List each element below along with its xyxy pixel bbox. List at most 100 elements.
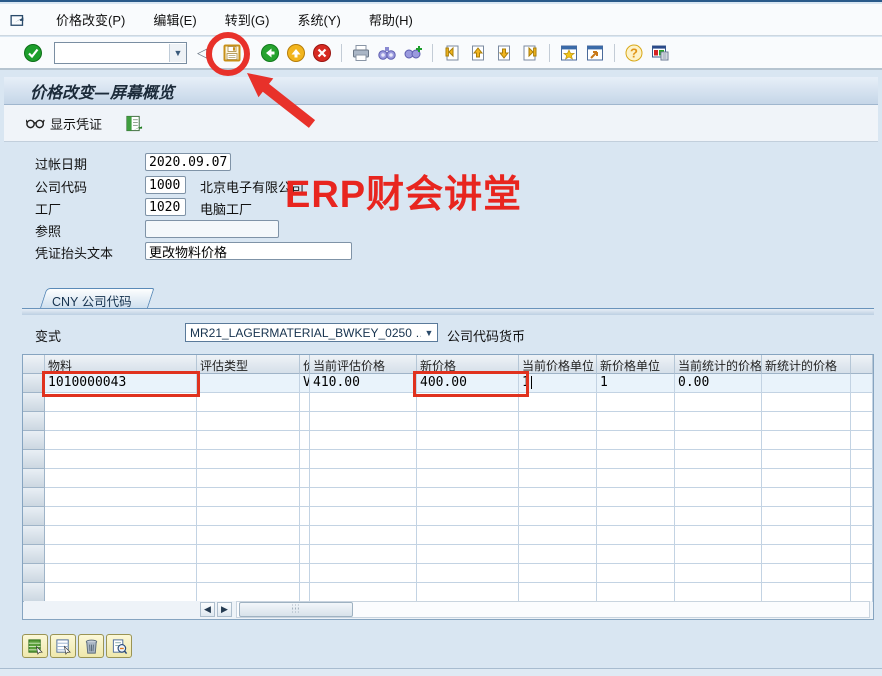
delete-entry-button[interactable] <box>78 634 104 658</box>
menu-edit[interactable]: 编辑(E) <box>153 10 196 29</box>
table-cell[interactable] <box>675 412 762 431</box>
row-select-button[interactable] <box>23 431 45 450</box>
first-page-icon[interactable] <box>441 42 463 64</box>
table-cell[interactable] <box>300 564 310 583</box>
menu-help[interactable]: 帮助(H) <box>369 10 413 29</box>
table-cell[interactable] <box>45 564 197 583</box>
table-cell[interactable]: V <box>300 374 310 393</box>
table-cell[interactable] <box>597 393 675 412</box>
col-new-stat-price[interactable]: 新统计的价格 <box>762 355 851 374</box>
table-cell[interactable] <box>519 488 597 507</box>
menu-system[interactable]: 系统(Y) <box>297 10 340 29</box>
table-cell[interactable] <box>197 450 300 469</box>
row-select-button[interactable] <box>23 488 45 507</box>
col-new-price-unit[interactable]: 新价格单位 <box>597 355 675 374</box>
table-cell[interactable] <box>519 564 597 583</box>
table-cell[interactable] <box>310 507 417 526</box>
table-cell[interactable] <box>675 431 762 450</box>
table-cell[interactable] <box>197 526 300 545</box>
document-overview-icon[interactable] <box>122 112 144 134</box>
select-all-button[interactable] <box>22 634 48 658</box>
table-cell[interactable] <box>310 564 417 583</box>
command-field[interactable] <box>55 43 169 63</box>
back-icon[interactable] <box>259 42 281 64</box>
help-icon[interactable]: ? <box>623 42 645 64</box>
table-cell[interactable] <box>597 412 675 431</box>
command-dropdown-icon[interactable]: ▼ <box>169 44 186 62</box>
scrollbar-track[interactable]: ∶∶∶∶∶∶ <box>236 601 870 618</box>
table-cell[interactable] <box>762 412 851 431</box>
table-cell[interactable] <box>519 583 597 602</box>
table-cell[interactable] <box>417 583 519 602</box>
table-cell[interactable] <box>310 469 417 488</box>
table-cell[interactable] <box>197 374 300 393</box>
table-cell[interactable] <box>597 583 675 602</box>
next-page-icon[interactable] <box>493 42 515 64</box>
table-cell[interactable] <box>417 412 519 431</box>
table-cell[interactable] <box>310 450 417 469</box>
deselect-all-button[interactable] <box>50 634 76 658</box>
table-cell[interactable] <box>45 583 197 602</box>
scroll-left-icon[interactable]: ◀ <box>200 602 215 617</box>
table-cell[interactable] <box>300 393 310 412</box>
table-cell[interactable] <box>417 545 519 564</box>
new-session-icon[interactable] <box>558 42 580 64</box>
hide-commandfield-icon[interactable]: ◁ <box>197 45 207 61</box>
table-cell[interactable] <box>45 545 197 564</box>
table-cell[interactable] <box>597 431 675 450</box>
table-cell[interactable] <box>762 526 851 545</box>
plant-field[interactable]: 1020 <box>145 198 186 216</box>
table-cell[interactable] <box>519 412 597 431</box>
row-select-button[interactable] <box>23 583 45 602</box>
chevron-down-icon[interactable]: ▼ <box>421 324 437 341</box>
table-cell[interactable]: 410.00 <box>310 374 417 393</box>
table-cell[interactable] <box>675 583 762 602</box>
row-select-button[interactable] <box>23 526 45 545</box>
table-cell[interactable] <box>197 469 300 488</box>
row-select-button[interactable] <box>23 507 45 526</box>
scroll-right-icon[interactable]: ▶ <box>217 602 232 617</box>
col-current-price-unit[interactable]: 当前价格单位 <box>519 355 597 374</box>
table-cell[interactable] <box>762 507 851 526</box>
table-cell[interactable] <box>762 393 851 412</box>
table-cell[interactable] <box>597 526 675 545</box>
table-cell[interactable] <box>300 526 310 545</box>
save-icon[interactable] <box>221 42 243 64</box>
table-cell[interactable] <box>197 488 300 507</box>
table-cell[interactable] <box>762 488 851 507</box>
table-cell[interactable] <box>675 545 762 564</box>
table-cell[interactable] <box>300 507 310 526</box>
table-cell[interactable] <box>300 450 310 469</box>
scrollbar-thumb[interactable]: ∶∶∶∶∶∶ <box>239 602 353 617</box>
table-cell[interactable] <box>45 431 197 450</box>
table-cell[interactable] <box>417 564 519 583</box>
col-current-valuation-price[interactable]: 当前评估价格 <box>310 355 417 374</box>
table-cell[interactable] <box>519 526 597 545</box>
table-cell[interactable] <box>519 469 597 488</box>
table-cell[interactable]: 1 <box>597 374 675 393</box>
table-cell[interactable] <box>597 564 675 583</box>
table-cell[interactable] <box>675 393 762 412</box>
previous-page-icon[interactable] <box>467 42 489 64</box>
table-cell[interactable] <box>300 412 310 431</box>
table-cell[interactable] <box>310 431 417 450</box>
table-cell[interactable] <box>417 431 519 450</box>
table-cell[interactable] <box>597 507 675 526</box>
table-cell[interactable] <box>519 393 597 412</box>
tab-company-code-currency[interactable]: CNY 公司代码 <box>38 288 148 308</box>
reference-field[interactable] <box>145 220 279 238</box>
col-price-control[interactable]: 价 <box>300 355 310 374</box>
table-cell[interactable] <box>597 488 675 507</box>
table-cell[interactable] <box>762 564 851 583</box>
table-cell[interactable] <box>675 488 762 507</box>
company-code-field[interactable]: 1000 <box>145 176 186 194</box>
table-cell[interactable] <box>417 450 519 469</box>
table-cell[interactable] <box>762 545 851 564</box>
table-cell[interactable]: 0.00 <box>675 374 762 393</box>
table-cell[interactable] <box>762 469 851 488</box>
menu-price-change[interactable]: 价格改变(P) <box>56 10 125 29</box>
col-current-stat-price[interactable]: 当前统计的价格 <box>675 355 762 374</box>
find-next-icon[interactable] <box>402 42 424 64</box>
table-cell[interactable] <box>45 507 197 526</box>
table-cell[interactable] <box>762 374 851 393</box>
